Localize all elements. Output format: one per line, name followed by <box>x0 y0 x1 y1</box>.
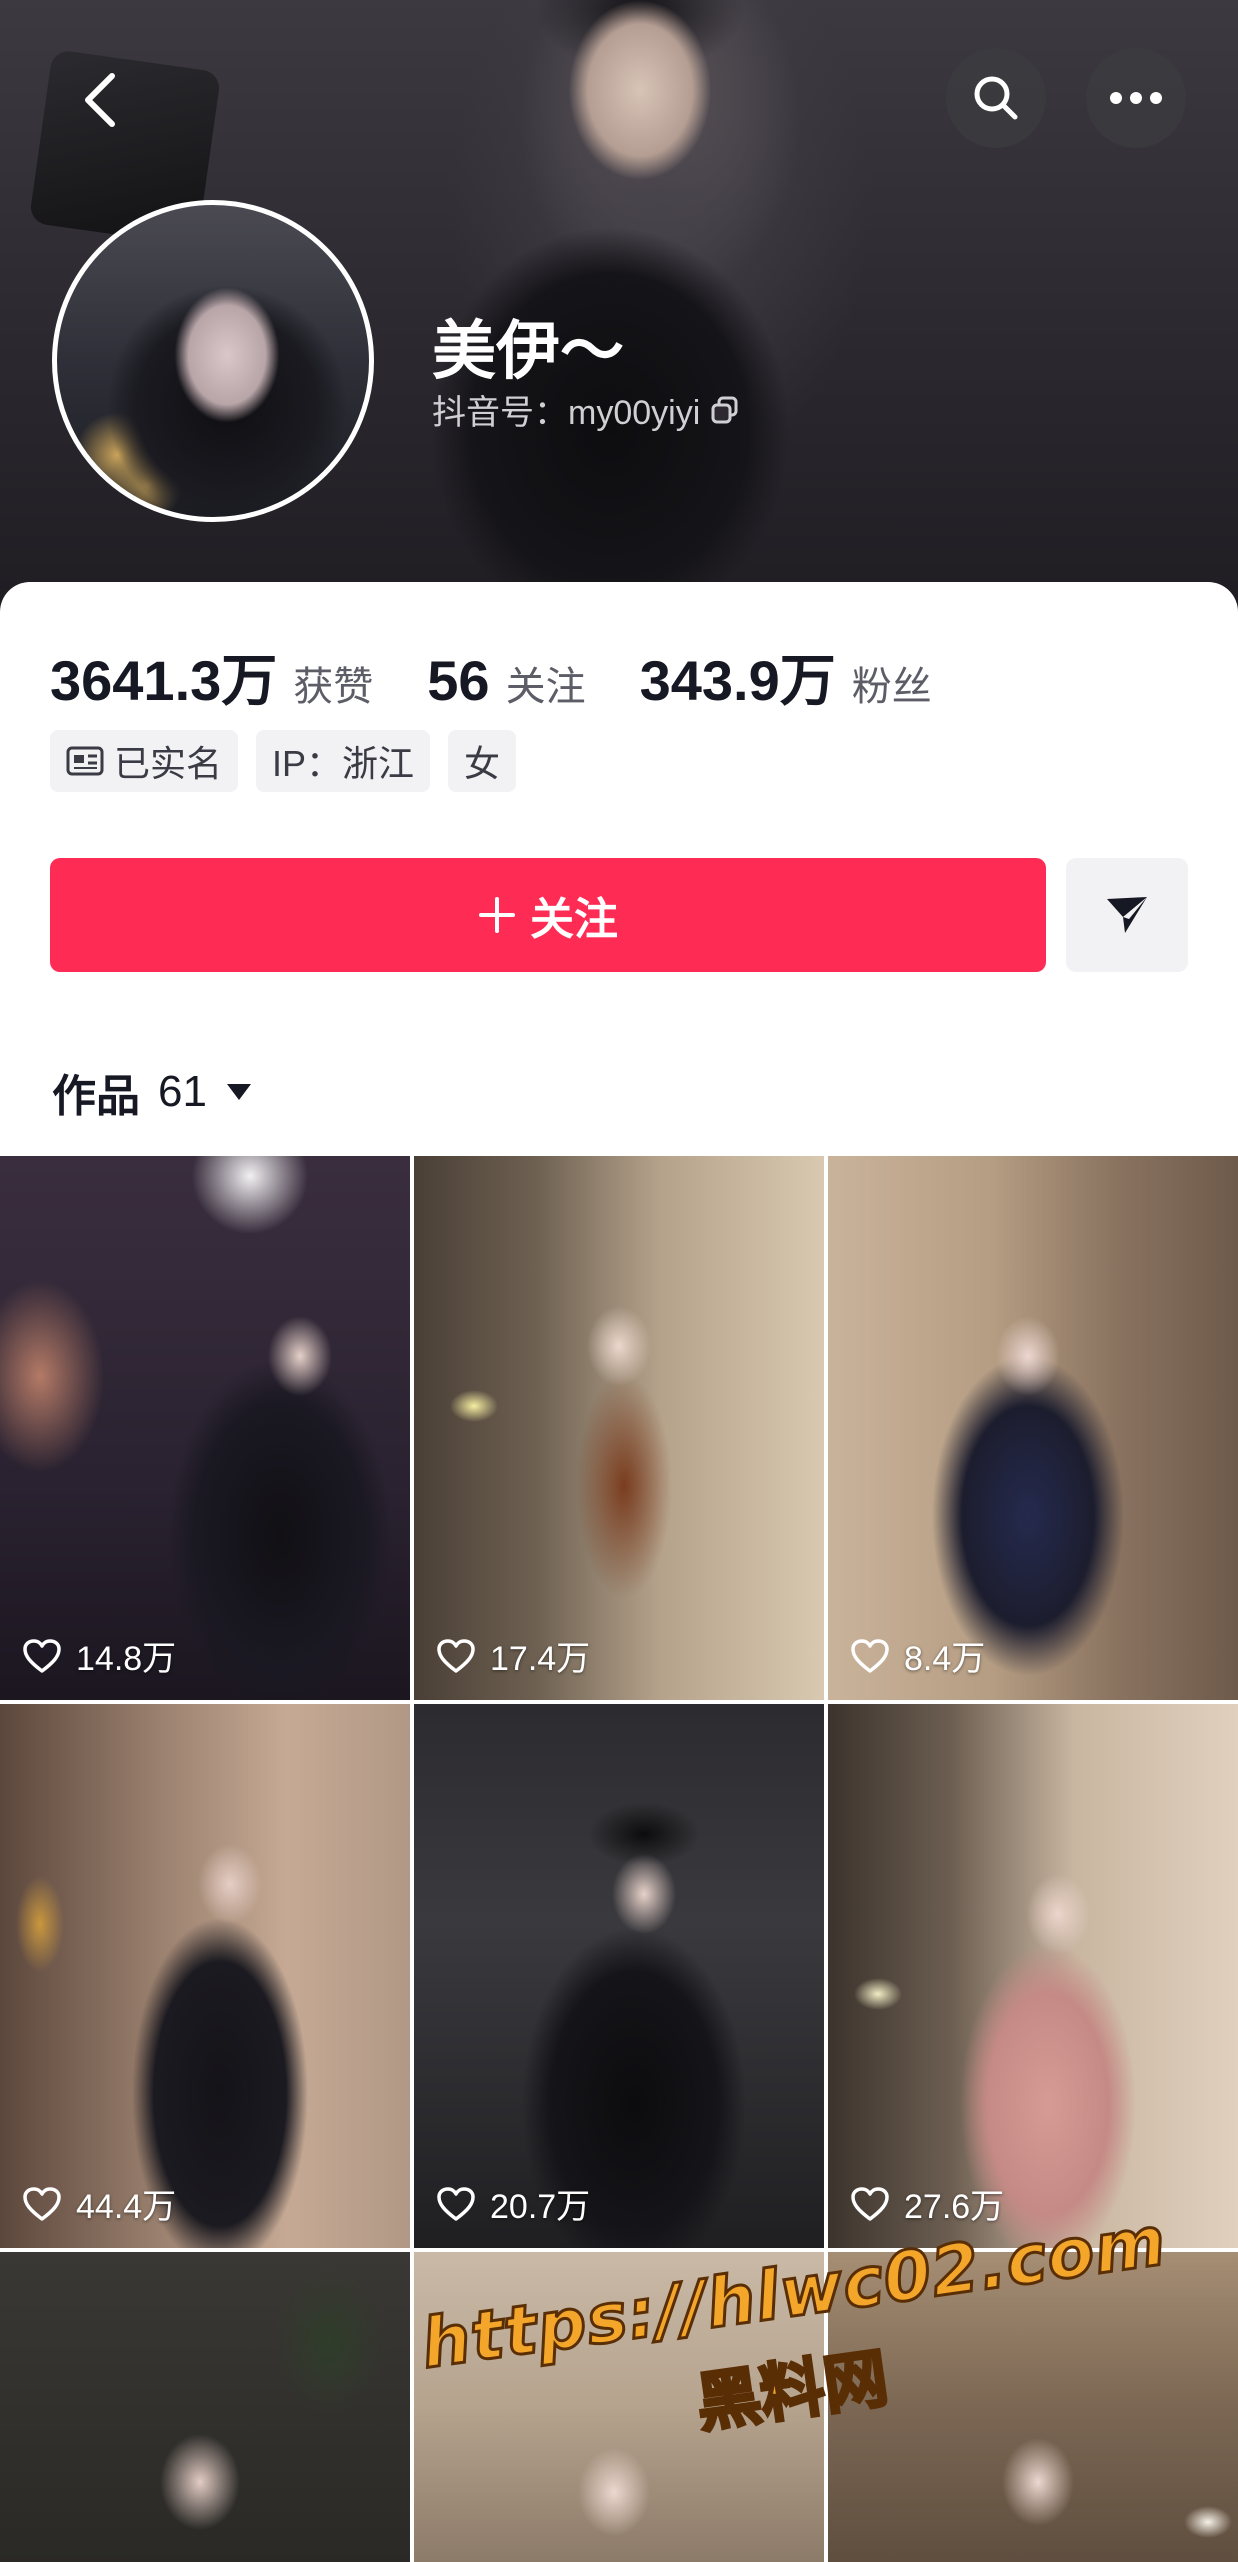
heart-icon <box>23 2186 61 2221</box>
video-thumbnail[interactable] <box>414 2252 824 2562</box>
video-likes: 44.4万 <box>22 2179 176 2228</box>
video-thumbnail[interactable]: 14.8万 <box>0 1156 410 1700</box>
video-grid: 14.8万 17.4万 8.4万 44.4万 20.7万 27.6万 <box>0 1156 1238 2562</box>
heart-icon <box>851 1638 889 1673</box>
video-likes-count: 20.7万 <box>490 2188 591 2226</box>
avatar[interactable] <box>52 200 374 522</box>
heart-icon <box>437 2186 475 2221</box>
video-thumbnail[interactable] <box>828 2252 1238 2562</box>
chevron-left-icon <box>85 73 115 127</box>
send-message-button[interactable] <box>1066 858 1188 972</box>
douyin-id-text: 抖音号：my00yiyi <box>432 394 701 432</box>
stat-followers[interactable]: 343.9万 粉丝 <box>640 636 932 717</box>
stat-likes[interactable]: 3641.3万 获赞 <box>50 636 373 717</box>
tag-verified-label: 已实名 <box>114 743 223 784</box>
triangle-down-icon[interactable] <box>225 1081 253 1103</box>
heart-icon <box>23 1638 61 1673</box>
video-thumbnail[interactable]: 27.6万 <box>828 1704 1238 2248</box>
video-likes-count: 44.4万 <box>76 2188 177 2226</box>
video-likes-count: 27.6万 <box>904 2188 1005 2226</box>
video-likes-count: 8.4万 <box>904 1640 986 1678</box>
video-likes: 20.7万 <box>436 2179 590 2228</box>
stat-followers-label: 粉丝 <box>851 665 932 709</box>
profile-cover: 美伊～ 抖音号：my00yiyi <box>0 0 1238 620</box>
tag-ip-location: IP：浙江 <box>256 730 431 792</box>
stat-likes-value: 3641.3万 <box>50 649 278 712</box>
video-likes: 27.6万 <box>850 2179 1004 2228</box>
stat-likes-label: 获赞 <box>293 665 374 709</box>
douyin-id[interactable]: 抖音号：my00yiyi <box>432 385 740 434</box>
stat-following-label: 关注 <box>505 665 586 709</box>
stat-followers-value: 343.9万 <box>639 649 836 712</box>
stat-following-value: 56 <box>427 649 490 712</box>
tag-gender-label: 女 <box>464 743 501 784</box>
tab-works[interactable]: 作品 61 <box>52 1060 253 1124</box>
video-thumbnail[interactable] <box>0 2252 410 2562</box>
profile-tags: 已实名 IP：浙江 女 <box>50 730 517 792</box>
tab-works-count: 61 <box>158 1067 207 1116</box>
plus-icon <box>479 897 515 933</box>
tag-verified: 已实名 <box>50 730 239 792</box>
video-thumbnail[interactable]: 17.4万 <box>414 1156 824 1700</box>
send-icon <box>1107 897 1147 933</box>
tag-gender: 女 <box>448 730 517 792</box>
follow-button[interactable]: 关注 <box>50 858 1046 972</box>
stat-following[interactable]: 56 关注 <box>427 648 585 713</box>
video-likes: 17.4万 <box>436 1631 590 1680</box>
copy-icon[interactable] <box>710 395 740 425</box>
video-thumbnail[interactable]: 44.4万 <box>0 1704 410 2248</box>
id-card-icon <box>66 746 104 776</box>
video-likes: 14.8万 <box>22 1631 176 1680</box>
heart-icon <box>437 1638 475 1673</box>
more-horizontal-icon <box>1110 92 1162 104</box>
video-likes-count: 14.8万 <box>76 1640 177 1678</box>
more-button[interactable] <box>1086 48 1186 148</box>
search-icon <box>974 76 1018 120</box>
search-button[interactable] <box>946 48 1046 148</box>
tag-ip-label: IP：浙江 <box>272 743 415 784</box>
follow-button-label: 关注 <box>530 895 618 944</box>
video-thumbnail[interactable]: 20.7万 <box>414 1704 824 2248</box>
back-button[interactable] <box>60 60 140 140</box>
tab-works-label: 作品 <box>52 1072 140 1121</box>
video-likes-count: 17.4万 <box>490 1640 591 1678</box>
profile-stats: 3641.3万 获赞 56 关注 343.9万 粉丝 <box>50 636 986 717</box>
video-thumbnail[interactable]: 8.4万 <box>828 1156 1238 1700</box>
heart-icon <box>851 2186 889 2221</box>
profile-nickname: 美伊～ <box>432 315 624 387</box>
video-likes: 8.4万 <box>850 1631 985 1680</box>
